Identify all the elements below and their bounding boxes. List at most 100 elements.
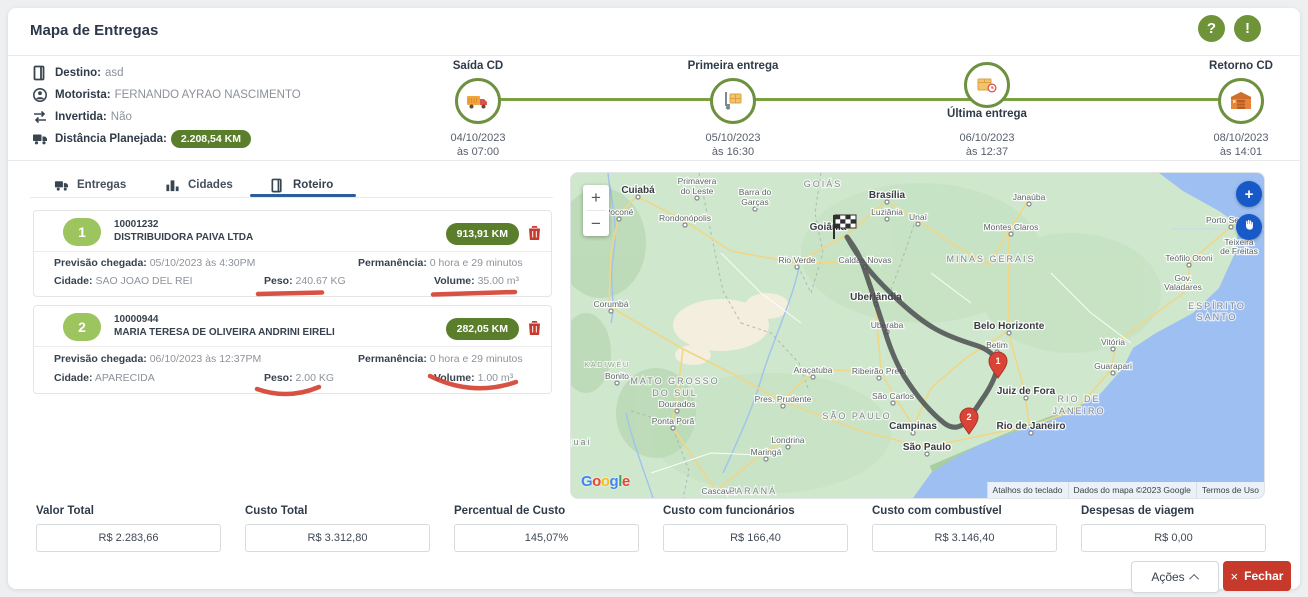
trash-icon[interactable] — [528, 320, 541, 336]
motorista-label: Motorista: — [55, 89, 111, 101]
map-label: RIO DE — [1057, 394, 1100, 404]
invertida-label: Invertida: — [55, 111, 107, 123]
question-icon: ? — [1207, 20, 1216, 37]
map-label: ESPÍRITO — [1188, 301, 1246, 311]
invertida-value: Não — [111, 111, 132, 123]
stat-label: Percentual de Custo — [454, 505, 639, 517]
stat-despesas-viagem: Despesas de viagem R$ 0,00 — [1081, 505, 1266, 552]
swap-arrows-icon — [32, 109, 48, 125]
zoom-in-button[interactable]: + — [583, 185, 609, 210]
map-label: Guarapari — [1094, 361, 1132, 371]
map-label: DO SUL — [652, 388, 698, 398]
map-label: Araçatuba — [794, 365, 833, 375]
map-label: Garças — [741, 197, 768, 207]
close-icon: × — [1231, 569, 1239, 584]
map-city-dot — [609, 309, 613, 313]
map-canvas: CuiabáPrimaverado LestePoconéRondonópoli… — [571, 173, 1264, 498]
map-city-dot — [877, 376, 881, 380]
stat-label: Custo Total — [245, 505, 430, 517]
delivery-map-panel: Mapa de Entregas ? ! Destino: asd Motori… — [8, 8, 1300, 589]
stat-value: R$ 0,00 — [1081, 524, 1266, 552]
acoes-button[interactable]: Ações — [1131, 561, 1219, 593]
map-label: Unaí — [909, 212, 928, 222]
header-divider — [8, 55, 1300, 56]
map-label: Montes Claros — [984, 222, 1039, 232]
fechar-button[interactable]: × Fechar — [1223, 561, 1291, 591]
delivery-identity: 10001232 DISTRIBUIDORA PAIVA LTDA — [114, 218, 253, 244]
stop-number-badge: 1 — [63, 218, 101, 246]
stat-custo-total: Custo Total R$ 3.312,80 — [245, 505, 430, 552]
map-city-dot — [671, 426, 675, 430]
destino-label: Destino: — [55, 67, 101, 79]
map-city-dot — [617, 217, 621, 221]
map-label: Campinas — [889, 421, 937, 432]
stat-value: R$ 3.312,80 — [245, 524, 430, 552]
stat-value: R$ 2.283,66 — [36, 524, 221, 552]
route-icon — [270, 178, 285, 193]
map-pan-button[interactable] — [1236, 214, 1262, 240]
zoom-out-button[interactable]: − — [583, 211, 609, 236]
google-map[interactable]: CuiabáPrimaverado LestePoconéRondonópoli… — [570, 172, 1265, 499]
terms-link[interactable]: Termos de Uso — [1196, 482, 1264, 498]
alert-button[interactable]: ! — [1234, 15, 1261, 42]
warehouse-emoji-icon — [1218, 78, 1264, 124]
map-label: Ponta Porã — [652, 416, 695, 426]
trash-icon[interactable] — [528, 225, 541, 241]
stat-label: Custo com combustível — [872, 505, 1057, 517]
map-label: JANEIRO — [1052, 406, 1105, 416]
map-label: Belo Horizonte — [974, 321, 1045, 332]
section-divider — [8, 160, 1300, 161]
map-label: MATO GROSSO — [630, 376, 719, 386]
map-label: Brasília — [869, 190, 906, 201]
volume-field: Volume: 1.00 m³ — [434, 372, 513, 384]
delivery-card: 2 10000944 MARIA TERESA DE OLIVEIRA ANDR… — [33, 305, 552, 394]
milestone-time: às 12:37 — [917, 146, 1057, 158]
plus-icon: + — [1245, 186, 1254, 203]
map-label: Teófilo Otoni — [1165, 253, 1212, 263]
svg-text:2: 2 — [966, 412, 971, 422]
map-city-dot — [753, 207, 757, 211]
map-label: Valadares — [1164, 282, 1202, 292]
help-button[interactable]: ? — [1198, 15, 1225, 42]
milestone-title: Saída CD — [408, 60, 548, 76]
delivery-code: 10001232 — [114, 218, 253, 231]
map-data-label: Dados do mapa ©2023 Google — [1068, 482, 1196, 498]
door-icon — [32, 65, 48, 81]
map-label: Primavera — [678, 176, 717, 186]
timeline-milestone-primeira: Primeira entrega 05/10/2023 às 16:30 — [663, 60, 803, 158]
google-logo[interactable]: Google — [581, 473, 630, 490]
package-clock-emoji-icon — [964, 62, 1010, 108]
map-city-dot — [1009, 232, 1013, 236]
info-row-motorista: Motorista: FERNANDO AYRAO NASCIMENTO — [32, 84, 412, 106]
trip-info: Destino: asd Motorista: FERNANDO AYRAO N… — [32, 62, 412, 150]
map-label: Londrina — [771, 435, 804, 445]
tab-roteiro[interactable]: Roteiro — [270, 174, 333, 196]
tab-entregas[interactable]: Entregas — [54, 174, 126, 196]
motorista-value: FERNANDO AYRAO NASCIMENTO — [115, 89, 301, 101]
map-add-button[interactable]: + — [1236, 181, 1262, 207]
milestone-title: Primeira entrega — [663, 60, 803, 76]
tab-label: Cidades — [188, 179, 233, 191]
distance-badge: 913,91 KM — [446, 223, 519, 245]
tab-cidades[interactable]: Cidades — [165, 174, 233, 196]
map-label: Janaúba — [1013, 192, 1046, 202]
map-label: Corumbá — [594, 299, 629, 309]
map-label: Pres. Prudente — [755, 394, 812, 404]
map-city-dot — [1187, 263, 1191, 267]
exclamation-icon: ! — [1245, 20, 1250, 37]
card-divider — [34, 251, 551, 252]
peso-field: Peso: 240.67 KG — [264, 275, 346, 287]
map-label: Dourados — [659, 399, 696, 409]
map-label: Rio de Janeiro — [997, 421, 1066, 432]
milestone-date: 04/10/2023 — [408, 132, 548, 144]
timeline-line — [478, 98, 1241, 101]
milestone-time: às 16:30 — [663, 146, 803, 158]
info-row-distancia: Distância Planejada: 2.208,54 KM — [32, 128, 412, 150]
map-label: Uberaba — [871, 320, 904, 330]
info-row-invertida: Invertida: Não — [32, 106, 412, 128]
card-divider — [34, 346, 551, 347]
map-label: Maringá — [751, 447, 782, 457]
fechar-label: Fechar — [1244, 569, 1283, 583]
cidade-field: Cidade: SAO JOAO DEL REI — [54, 275, 193, 287]
keyboard-shortcuts-link[interactable]: Atalhos do teclado — [987, 482, 1068, 498]
